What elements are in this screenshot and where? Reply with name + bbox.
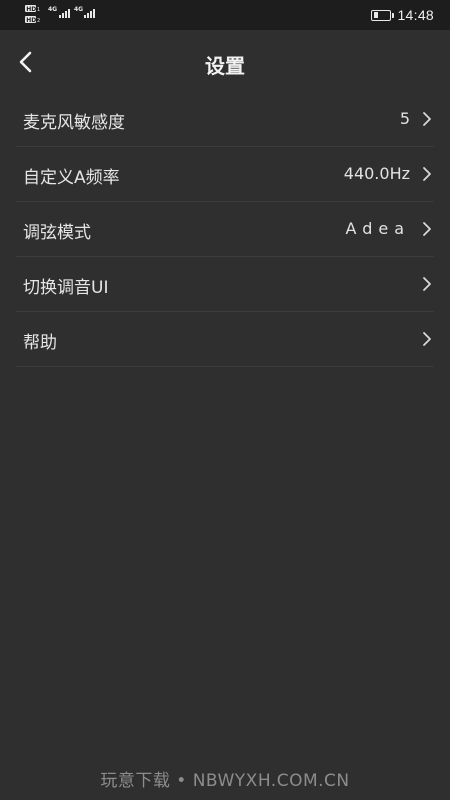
setting-label: 切换调音UI <box>23 278 109 298</box>
page-title: 设置 <box>205 54 245 78</box>
setting-label: 麦克风敏感度 <box>23 113 125 133</box>
4g-badge-2: 4G <box>74 6 83 13</box>
status-bar: HD 1 4G HD 2 4G 14:48 <box>0 0 450 30</box>
setting-tuning-mode[interactable]: 调弦模式 Adea <box>16 202 434 257</box>
chevron-right-icon <box>423 277 431 291</box>
setting-value: Adea <box>345 219 410 238</box>
chevron-right-icon <box>423 222 431 236</box>
hd-badge-2: HD <box>26 17 36 24</box>
setting-mic-sensitivity[interactable]: 麦克风敏感度 5 <box>16 92 434 147</box>
chevron-right-icon <box>423 167 431 181</box>
clock: 14:48 <box>397 7 434 23</box>
setting-label: 调弦模式 <box>23 223 91 243</box>
app-header: 设置 <box>0 30 450 94</box>
settings-list: 麦克风敏感度 5 自定义A频率 440.0Hz 调弦模式 Adea 切换调音UI… <box>16 92 434 367</box>
setting-custom-a-frequency[interactable]: 自定义A频率 440.0Hz <box>16 147 434 202</box>
setting-label: 帮助 <box>23 333 57 353</box>
setting-label: 自定义A频率 <box>23 168 120 188</box>
setting-value: 5 <box>399 109 410 128</box>
battery-level <box>373 12 379 18</box>
svg-text:1: 1 <box>37 7 40 13</box>
hd-badge-1: HD <box>26 6 36 13</box>
signal-icons: HD 1 4G HD 2 4G <box>25 5 95 24</box>
setting-switch-tuner-ui[interactable]: 切换调音UI <box>16 257 434 312</box>
4g-badge-1: 4G <box>48 6 57 13</box>
svg-text:2: 2 <box>37 18 40 24</box>
battery-icon <box>371 9 395 21</box>
setting-help[interactable]: 帮助 <box>16 312 434 367</box>
setting-value: 440.0Hz <box>343 164 410 183</box>
chevron-right-icon <box>423 112 431 126</box>
watermark-text: 玩意下载 • NBWYXH.COM.CN <box>100 771 350 791</box>
chevron-right-icon <box>423 332 431 346</box>
status-right: 14:48 <box>371 6 434 24</box>
